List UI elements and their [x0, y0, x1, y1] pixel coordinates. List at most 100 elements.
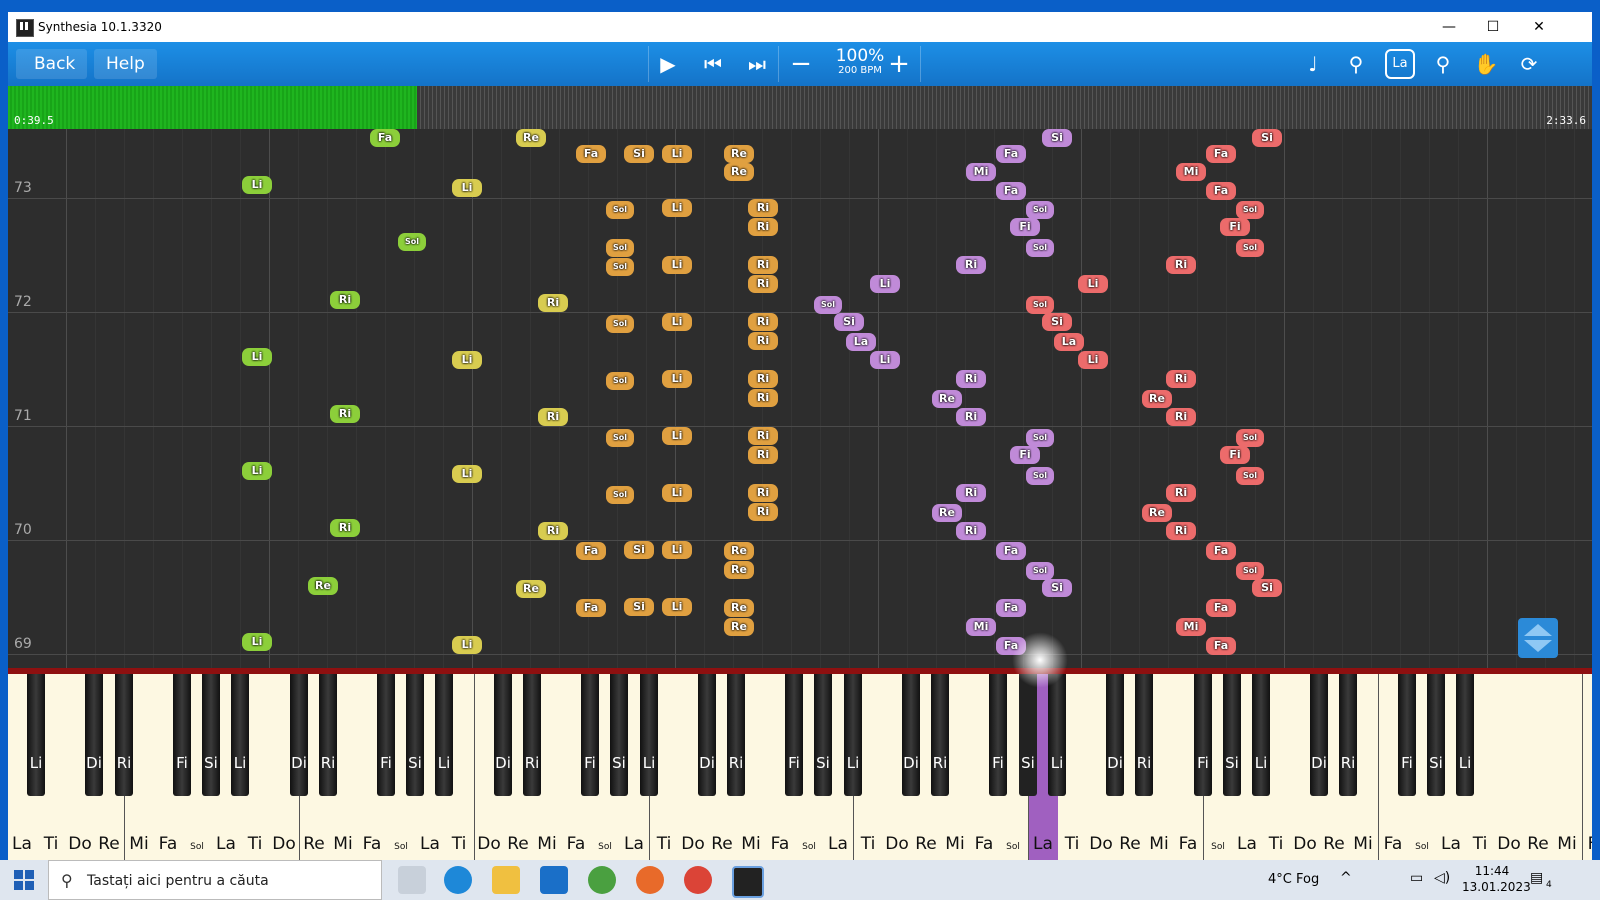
synthesia-taskbar-icon[interactable] [732, 866, 764, 898]
back-button[interactable]: Back [16, 49, 88, 79]
timeline-progress [8, 86, 417, 129]
black-key[interactable]: Di [494, 674, 512, 796]
black-key[interactable]: Li [231, 674, 249, 796]
location-pin-icon[interactable]: ⚲ [1428, 49, 1458, 79]
minimize-button[interactable]: — [1426, 12, 1472, 42]
falling-note: Sol [606, 315, 634, 333]
black-key[interactable]: Ri [931, 674, 949, 796]
help-button[interactable]: Help [94, 49, 157, 79]
maximize-button[interactable]: ☐ [1470, 12, 1516, 42]
black-key[interactable]: Fi [377, 674, 395, 796]
edge-browser-icon[interactable] [444, 866, 472, 894]
skip-back-icon[interactable]: ⏮ [698, 49, 728, 79]
falling-note: Ri [956, 484, 986, 502]
clock-time[interactable]: 11:44 [1462, 863, 1522, 879]
toolbar-divider [920, 46, 921, 82]
black-key[interactable]: Si [202, 674, 220, 796]
black-key[interactable]: Ri [523, 674, 541, 796]
network-icon[interactable]: ▭ [1410, 870, 1423, 886]
black-key-label: Li [233, 754, 247, 772]
black-key[interactable]: Fi [1398, 674, 1416, 796]
black-key[interactable]: Li [435, 674, 453, 796]
black-key[interactable]: Ri [115, 674, 133, 796]
file-explorer-icon[interactable] [492, 866, 520, 894]
black-key[interactable]: Fi [989, 674, 1007, 796]
black-key[interactable]: Li [1456, 674, 1474, 796]
synthesia-window: Synthesia 10.1.3320 — ☐ ✕ Back Help ▶ ⏮ … [8, 12, 1592, 860]
black-key[interactable]: Li [640, 674, 658, 796]
note-label-icon[interactable]: La [1385, 49, 1415, 79]
black-key[interactable]: Si [1427, 674, 1445, 796]
title-bar[interactable]: Synthesia 10.1.3320 — ☐ ✕ [8, 12, 1592, 42]
black-key[interactable]: Di [1106, 674, 1124, 796]
black-key[interactable]: Li [1048, 674, 1066, 796]
black-key[interactable]: Di [290, 674, 308, 796]
black-key[interactable]: Si [1223, 674, 1241, 796]
white-key[interactable]: Do [1495, 674, 1525, 860]
white-key-label: La [624, 834, 644, 854]
chrome-icon[interactable] [684, 866, 712, 894]
black-key[interactable]: Di [1310, 674, 1328, 796]
black-key[interactable]: Li [27, 674, 45, 796]
notification-icon[interactable]: ▤ [1530, 870, 1543, 886]
volume-icon[interactable]: ◁) [1434, 870, 1450, 886]
grid-line [211, 129, 212, 668]
media-player-icon[interactable] [636, 866, 664, 894]
skip-forward-icon[interactable]: ⏭ [742, 49, 772, 79]
black-key[interactable]: Di [85, 674, 103, 796]
falling-note: Re [932, 390, 962, 408]
black-key[interactable]: Ri [1135, 674, 1153, 796]
taskbar-search-box[interactable]: ⚲ Tastați aici pentru a căuta [48, 860, 382, 900]
black-key[interactable]: Li [844, 674, 862, 796]
black-key[interactable]: Fi [1194, 674, 1212, 796]
black-key[interactable]: Ri [319, 674, 337, 796]
weather-text[interactable]: 4°C Fog [1268, 872, 1319, 887]
task-view-icon[interactable] [398, 866, 426, 894]
falling-note: Re [724, 145, 754, 163]
black-key[interactable]: Si [814, 674, 832, 796]
black-key[interactable]: Si [610, 674, 628, 796]
search-icon[interactable]: ⚲ [1341, 49, 1371, 79]
close-button[interactable]: ✕ [1516, 12, 1562, 42]
falling-note: Ri [748, 389, 778, 407]
falling-note: Li [870, 275, 900, 293]
black-key[interactable]: Di [698, 674, 716, 796]
falling-note: Li [452, 351, 482, 369]
falling-note: Ri [538, 522, 568, 540]
note-roll[interactable]: 73 72 71 70 69 Fa Re Fa Si Li Re Re Si Fa Mi Fa Si Fa Mi Fa… [8, 129, 1592, 668]
white-key-label: La [216, 834, 236, 854]
measure-number: 71 [14, 408, 32, 424]
black-key[interactable]: Si [406, 674, 424, 796]
white-key[interactable]: Mi [1553, 674, 1583, 860]
black-key[interactable]: Si [1019, 674, 1037, 796]
black-key[interactable]: Fi [581, 674, 599, 796]
clock-date[interactable]: 13.01.2023 [1462, 879, 1531, 895]
mail-icon[interactable] [540, 866, 568, 894]
white-key-label: Re [1119, 834, 1141, 854]
play-icon[interactable]: ▶ [653, 49, 683, 79]
black-key[interactable]: Li [1252, 674, 1270, 796]
scroll-arrows-button[interactable] [1518, 618, 1558, 658]
piano-keyboard[interactable]: La Ti Do Re Mi Fa Sol La Ti Do Re Mi Fa Sol La Ti Do Re Mi… [8, 674, 1592, 860]
black-key[interactable]: Ri [1339, 674, 1357, 796]
black-key[interactable]: Fi [785, 674, 803, 796]
black-key-label: Si [204, 754, 218, 772]
falling-note: Fa [576, 599, 606, 617]
measure-line [8, 312, 1592, 313]
utorrent-icon[interactable] [588, 866, 616, 894]
white-key[interactable]: Fa [1583, 674, 1592, 860]
song-timeline[interactable]: 0:39.5 2:33.6 [8, 86, 1592, 129]
black-key[interactable]: Ri [727, 674, 745, 796]
black-key[interactable]: Di [902, 674, 920, 796]
falling-note: Ri [748, 199, 778, 217]
black-key[interactable]: Fi [173, 674, 191, 796]
speed-decrease-icon[interactable]: − [786, 49, 816, 79]
metronome-icon[interactable]: ♩ [1298, 49, 1328, 79]
hand-icon[interactable]: ✋ [1471, 49, 1501, 79]
white-key-label: Ti [451, 834, 467, 854]
loop-icon[interactable]: ⟳ [1514, 49, 1544, 79]
tray-chevron-icon[interactable]: ^ [1340, 870, 1352, 886]
windows-start-icon[interactable] [14, 870, 34, 890]
white-key[interactable]: Re [1524, 674, 1554, 860]
measure-line [8, 426, 1592, 427]
